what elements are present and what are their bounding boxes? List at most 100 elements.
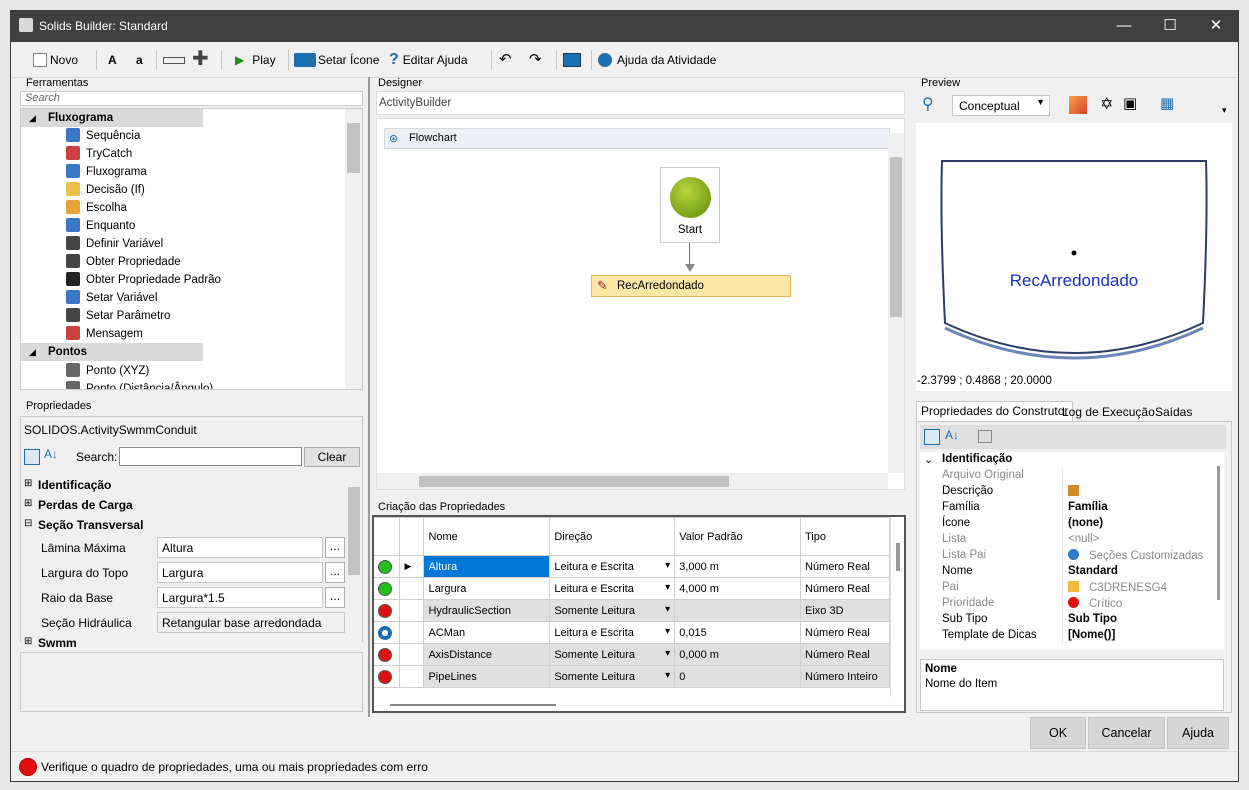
designer-vscroll[interactable] — [888, 133, 904, 473]
paint-icon[interactable] — [1069, 96, 1087, 114]
builder-prop-row[interactable]: Nome Standard — [920, 564, 1212, 580]
tool-item[interactable]: Setar Variável — [66, 290, 157, 307]
properties-search-input[interactable] — [119, 447, 302, 466]
play-button[interactable]: ▶ Play — [235, 51, 276, 69]
tool-item[interactable]: Sequência — [66, 128, 140, 145]
cell-direcao[interactable]: Leitura e Escrita ▾ — [549, 555, 676, 578]
tools-search-input[interactable]: Search — [20, 91, 363, 106]
dropdown-icon[interactable]: ▾ — [665, 670, 670, 681]
projection-icon[interactable]: ▦ — [1160, 94, 1174, 112]
prop-value-input[interactable]: Largura — [157, 562, 323, 583]
bold-a-button[interactable]: A — [108, 51, 117, 69]
cell-tipo[interactable]: Número Inteiro — [800, 665, 890, 688]
tool-item[interactable]: Obter Propriedade — [66, 254, 181, 271]
tool-item[interactable]: Obter Propriedade Padrão — [66, 272, 221, 289]
tool-item[interactable]: Fluxograma — [66, 164, 147, 181]
undo-icon[interactable]: ↶ — [499, 51, 512, 69]
cell-tipo[interactable]: Eixo 3D — [800, 599, 890, 622]
secao-hidraulica-select[interactable]: Retangular base arredondada — [157, 612, 345, 633]
table-row[interactable]: PipeLines Somente Leitura ▾ 0 Número Inteiro — [374, 665, 890, 688]
redo-icon[interactable]: ↷ — [529, 51, 542, 69]
tool-item[interactable]: Definir Variável — [66, 236, 163, 253]
tool-item[interactable]: Escolha — [66, 200, 127, 217]
grid-hscroll[interactable] — [374, 697, 904, 711]
novo-button[interactable]: Novo — [33, 51, 78, 69]
col-direcao[interactable]: Direção — [549, 517, 676, 556]
collapse-icon[interactable]: ⊟ — [24, 518, 32, 529]
cell-direcao[interactable]: Somente Leitura ▾ — [549, 599, 676, 622]
cell-nome[interactable]: Altura — [423, 555, 551, 578]
tool-item[interactable]: Setar Parâmetro — [66, 308, 170, 325]
cell-nome[interactable]: PipeLines — [423, 665, 551, 688]
view-cube-icon[interactable]: ▣ — [1123, 94, 1137, 112]
tab-propriedades-construtor[interactable]: Propriedades do Construtor — [916, 401, 1074, 421]
tool-item[interactable]: Enquanto — [66, 218, 135, 235]
builder-prop-row[interactable]: Lista <null> — [920, 532, 1212, 548]
designer-hscroll[interactable] — [377, 473, 888, 489]
col-nome[interactable]: Nome — [423, 517, 551, 556]
category-perdas[interactable]: Perdas de Carga — [38, 498, 133, 512]
editar-ajuda-button[interactable]: ? Editar Ajuda — [389, 51, 468, 69]
cell-tipo[interactable]: Número Real — [800, 621, 890, 644]
cell-nome[interactable]: ACMan — [423, 621, 551, 644]
grid-vscroll[interactable] — [890, 517, 904, 697]
cell-tipo[interactable]: Número Real — [800, 577, 890, 600]
window-icon[interactable] — [563, 51, 587, 69]
cell-valor[interactable]: 4,000 m — [674, 577, 801, 600]
category-swmm[interactable]: Swmm — [38, 636, 77, 650]
col-valor[interactable]: Valor Padrão — [674, 517, 801, 556]
recarredondado-activity[interactable]: ✎ RecArredondado — [591, 275, 791, 297]
visual-style-select[interactable]: Conceptual ▼ — [952, 95, 1050, 116]
builder-prop-row[interactable]: Sub Tipo Sub Tipo — [920, 612, 1212, 628]
close-button[interactable]: ✕ — [1193, 11, 1239, 42]
table-row[interactable]: ▶ Altura Leitura e Escrita ▾ 3,000 m Número R… — [374, 555, 890, 578]
cell-direcao[interactable]: Somente Leitura ▾ — [549, 643, 676, 666]
tool-item[interactable]: Decisão (If) — [66, 182, 145, 199]
cell-tipo[interactable]: Número Real — [800, 555, 890, 578]
cell-valor[interactable]: 0,015 — [674, 621, 801, 644]
cell-nome[interactable]: Largura — [423, 577, 551, 600]
minimize-button[interactable]: — — [1101, 11, 1147, 42]
ajuda-atividade-button[interactable]: Ajuda da Atividade — [598, 51, 716, 69]
cell-valor[interactable]: 0 — [674, 665, 801, 688]
tab-saidas[interactable]: Saídas — [1150, 402, 1197, 422]
expand-icon[interactable]: ⊞ — [24, 636, 32, 647]
ajuda-button[interactable]: Ajuda — [1167, 717, 1229, 749]
cancelar-button[interactable]: Cancelar — [1088, 717, 1165, 749]
tool-item[interactable]: TryCatch — [66, 146, 132, 163]
dropdown-icon[interactable]: ▾ — [1222, 105, 1227, 116]
collapse-icon[interactable]: ◢ — [29, 344, 36, 361]
property-pages-icon[interactable] — [978, 430, 992, 443]
orbit-icon[interactable]: ✡ — [1100, 94, 1113, 114]
expand-icon[interactable]: ⊞ — [24, 478, 32, 489]
expand-icon[interactable]: ⊞ — [24, 498, 32, 509]
dropdown-icon[interactable]: ▾ — [665, 604, 670, 615]
tool-item[interactable]: Mensagem — [66, 326, 143, 343]
cell-direcao[interactable]: Leitura e Escrita ▾ — [549, 577, 676, 600]
builder-vscroll[interactable] — [1212, 464, 1224, 650]
builder-prop-row[interactable]: Arquivo Original — [920, 468, 1212, 484]
ellipsis-button[interactable]: ... — [325, 537, 345, 558]
tab-log-execucao[interactable]: Log de Execução — [1057, 402, 1160, 422]
zoom-icon[interactable]: ⚲ — [922, 94, 934, 114]
categorized-icon[interactable] — [24, 449, 40, 465]
dropdown-icon[interactable]: ▾ — [665, 626, 670, 637]
properties-scrollbar[interactable] — [346, 473, 362, 643]
category-identificacao[interactable]: Identificação — [942, 453, 1012, 465]
setar-icone-button[interactable]: Setar Ícone — [294, 51, 379, 69]
builder-prop-row[interactable]: Template de Dicas [Nome()] — [920, 628, 1212, 644]
collapse-icon[interactable]: ◢ — [29, 110, 36, 127]
table-row[interactable]: Largura Leitura e Escrita ▾ 4,000 m Número R… — [374, 577, 890, 600]
clear-button[interactable]: Clear — [304, 447, 360, 467]
dropdown-icon[interactable]: ▾ — [665, 560, 670, 571]
group-fluxograma[interactable]: Fluxograma — [48, 112, 113, 124]
start-node[interactable]: Start — [660, 167, 720, 243]
cell-direcao[interactable]: Somente Leitura ▾ — [549, 665, 676, 688]
builder-prop-row[interactable]: Ícone (none) — [920, 516, 1212, 532]
table-row[interactable]: HydraulicSection Somente Leitura ▾ Eixo 3D — [374, 599, 890, 622]
cell-direcao[interactable]: Leitura e Escrita ▾ — [549, 621, 676, 644]
builder-prop-row[interactable]: Pai C3DRENESG4 — [920, 580, 1212, 596]
cell-nome[interactable]: AxisDistance — [423, 643, 551, 666]
minus-icon[interactable] — [163, 51, 185, 69]
cell-valor[interactable] — [674, 599, 801, 622]
